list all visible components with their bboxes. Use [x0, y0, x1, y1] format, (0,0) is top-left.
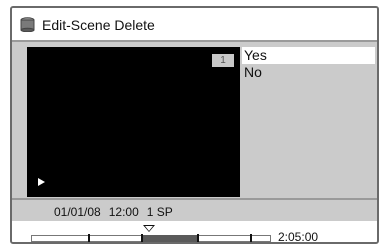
chapter-tick	[197, 234, 199, 242]
chapter-tick	[88, 234, 90, 242]
title-bar: Edit-Scene Delete	[12, 8, 377, 42]
confirm-options: Yes No	[242, 47, 377, 197]
recording-info: 01/01/08 12:00 1 SP	[54, 205, 173, 219]
recording-date: 01/01/08	[54, 205, 101, 219]
disc-icon	[20, 17, 35, 33]
scene-segment	[142, 235, 198, 242]
time-bar	[31, 234, 271, 242]
timeline: 2:05:00	[12, 221, 377, 244]
scene-preview: 1	[27, 47, 240, 197]
chapter-tick	[250, 234, 252, 242]
divider	[12, 198, 377, 200]
play-icon	[38, 178, 45, 186]
option-yes[interactable]: Yes	[242, 47, 375, 64]
scene-delete-dialog: Edit-Scene Delete 1 Yes No 01/01/08 12:00…	[10, 6, 379, 244]
page-title: Edit-Scene Delete	[42, 17, 155, 33]
position-marker-icon	[143, 225, 155, 232]
title-number: 1	[146, 205, 154, 219]
recording-time: 12:00	[108, 205, 139, 219]
recording-mode: SP	[156, 205, 173, 219]
scene-number-badge: 1	[212, 54, 234, 67]
total-time: 2:05:00	[278, 230, 319, 244]
option-no[interactable]: No	[242, 64, 377, 81]
chapter-tick	[141, 234, 143, 242]
